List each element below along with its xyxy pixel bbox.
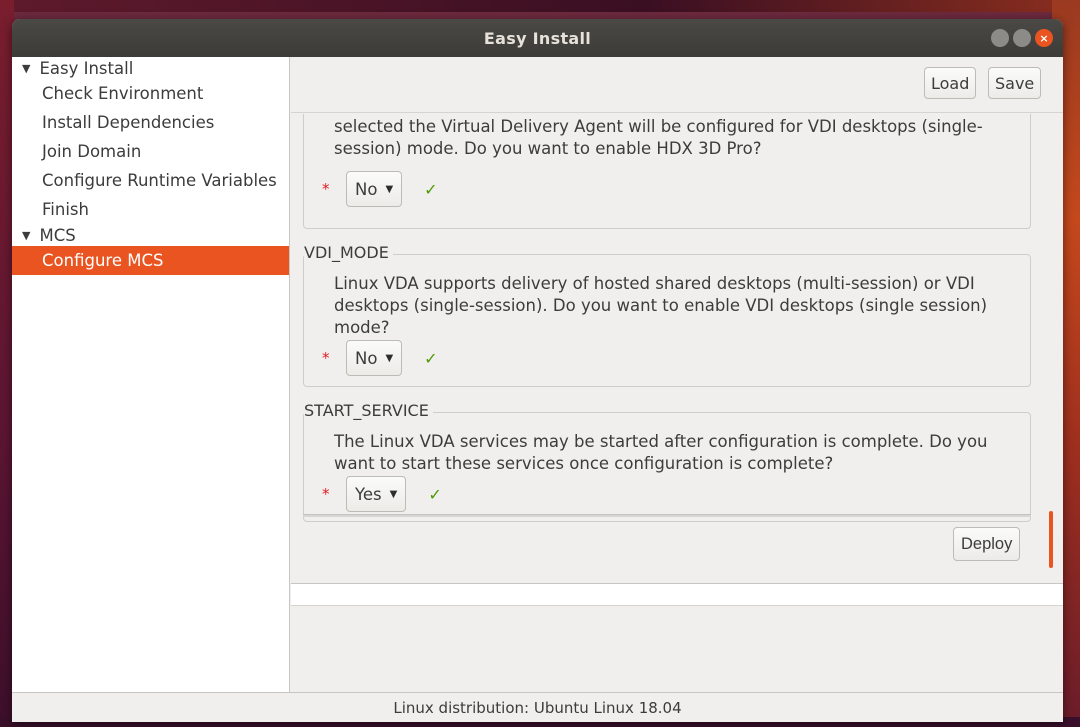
maximize-icon[interactable]: [1013, 29, 1031, 47]
dropdown-arrow-icon: ▼: [385, 183, 394, 195]
sidebar-item-configure-runtime-variables[interactable]: Configure Runtime Variables: [12, 166, 289, 195]
section-label: VDI_MODE: [304, 243, 393, 262]
output-log-area[interactable]: [291, 584, 1063, 606]
section-label: START_SERVICE: [304, 401, 433, 420]
expanded-arrow-icon[interactable]: ▼: [22, 62, 30, 75]
field-row: * No ▼ ✓: [322, 340, 438, 376]
desktop-background-top: [0, 0, 1080, 12]
dropdown-value: Yes: [355, 484, 382, 504]
minimize-icon[interactable]: [991, 29, 1009, 47]
field-row: * No ▼ ✓: [322, 171, 438, 207]
deploy-button[interactable]: Deploy: [953, 527, 1021, 561]
vdi-mode-dropdown[interactable]: No ▼: [346, 340, 403, 376]
required-marker: *: [322, 349, 330, 367]
sidebar-item-finish[interactable]: Finish: [12, 195, 289, 224]
easy-install-window: Easy Install × ▼ Easy Install Check Envi…: [12, 19, 1063, 722]
scrollbar-indicator[interactable]: [1049, 511, 1053, 568]
section-description: Linux VDA supports delivery of hosted sh…: [334, 274, 988, 337]
status-bar: Linux distribution: Ubuntu Linux 18.04: [12, 692, 1063, 722]
load-button[interactable]: Load: [924, 67, 977, 99]
valid-check-icon: ✓: [424, 348, 438, 368]
title-bar[interactable]: Easy Install ×: [12, 19, 1063, 57]
dropdown-value: No: [355, 179, 378, 199]
dropdown-arrow-icon: ▼: [389, 488, 398, 500]
field-row: * Yes ▼ ✓: [322, 476, 442, 512]
sidebar-item-configure-mcs[interactable]: Configure MCS: [12, 246, 289, 275]
sidebar-item-join-domain[interactable]: Join Domain: [12, 137, 289, 166]
main-panel: Load Save selected the Virtual Delivery …: [291, 57, 1063, 692]
section-description: The Linux VDA services may be started af…: [334, 432, 988, 473]
separator: [303, 514, 1031, 517]
close-icon[interactable]: ×: [1035, 29, 1053, 47]
dropdown-value: No: [355, 348, 378, 368]
dropdown-arrow-icon: ▼: [385, 352, 394, 364]
valid-check-icon: ✓: [424, 179, 438, 199]
status-text: Linux distribution: Ubuntu Linux 18.04: [393, 698, 682, 717]
expanded-arrow-icon[interactable]: ▼: [22, 229, 30, 242]
sidebar-item-install-dependencies[interactable]: Install Dependencies: [12, 108, 289, 137]
config-group-start-service: START_SERVICE The Linux VDA services may…: [303, 401, 1031, 522]
save-button[interactable]: Save: [988, 67, 1042, 99]
toolbar: Load Save: [291, 57, 1063, 113]
tree-group-easy-install[interactable]: ▼ Easy Install: [12, 57, 289, 79]
tree-group-label: MCS: [39, 225, 76, 245]
config-group-hdx3dpro: selected the Virtual Delivery Agent will…: [303, 114, 1031, 229]
sidebar-tree: ▼ Easy Install Check Environment Install…: [12, 57, 290, 692]
required-marker: *: [322, 180, 330, 198]
tree-group-mcs[interactable]: ▼ MCS: [12, 224, 289, 246]
window-controls: ×: [991, 29, 1053, 47]
valid-check-icon: ✓: [428, 484, 442, 504]
hdx3dpro-dropdown[interactable]: No ▼: [346, 171, 403, 207]
section-description: selected the Virtual Delivery Agent will…: [334, 117, 983, 158]
required-marker: *: [322, 485, 330, 503]
start-service-dropdown[interactable]: Yes ▼: [346, 476, 407, 512]
window-title: Easy Install: [483, 28, 592, 48]
config-group-vdi-mode: VDI_MODE Linux VDA supports delivery of …: [303, 243, 1031, 387]
tree-group-label: Easy Install: [39, 58, 134, 78]
sidebar-item-check-environment[interactable]: Check Environment: [12, 79, 289, 108]
